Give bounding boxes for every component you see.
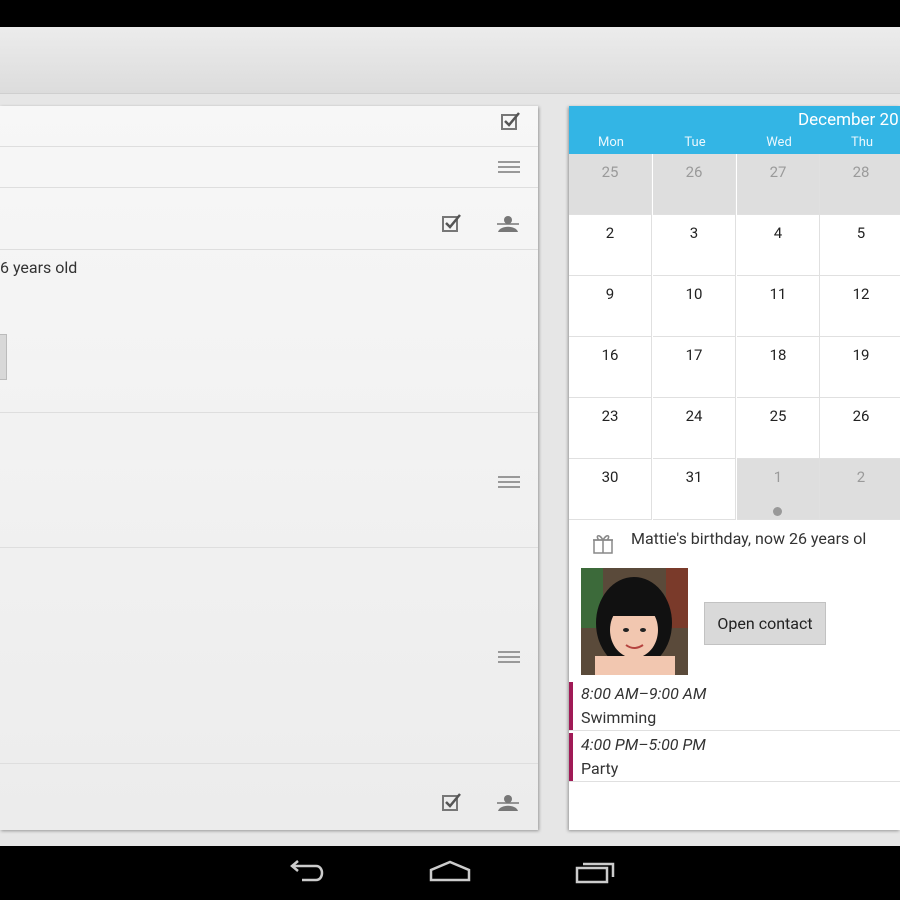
event-color-bar xyxy=(569,682,573,730)
calendar-day[interactable]: 9 xyxy=(569,276,652,337)
day-number: 24 xyxy=(685,407,703,425)
back-icon xyxy=(290,860,324,882)
birthday-text: Mattie's birthday, now 26 years ol xyxy=(631,529,867,548)
checkbox-edit-icon[interactable] xyxy=(499,110,523,134)
day-number: 26 xyxy=(685,163,703,181)
event-time: 8:00 AM–9:00 AM xyxy=(581,684,707,703)
calendar-day[interactable]: 25 xyxy=(569,154,652,215)
event-item[interactable]: 8:00 AM–9:00 AM Swimming xyxy=(569,682,900,731)
birthday-row[interactable]: Mattie's birthday, now 26 years ol xyxy=(569,520,900,566)
day-number: 3 xyxy=(689,224,699,242)
calendar-day[interactable]: 10 xyxy=(653,276,736,337)
day-number: 27 xyxy=(769,163,787,181)
checkbox-edit-icon[interactable] xyxy=(440,791,464,815)
action-bar xyxy=(0,27,900,94)
calendar-day[interactable]: 11 xyxy=(737,276,820,337)
drag-handle-icon[interactable] xyxy=(497,645,521,669)
left-row-2[interactable] xyxy=(0,147,538,188)
weekday-label: Mon xyxy=(598,135,624,150)
calendar-day[interactable]: 24 xyxy=(653,398,736,459)
calendar-day[interactable]: 2 xyxy=(820,459,900,520)
left-row-3[interactable] xyxy=(0,188,538,250)
open-contact-button[interactable]: Open contact xyxy=(704,602,826,645)
calendar-day[interactable]: 18 xyxy=(737,337,820,398)
calendar-day[interactable]: 28 xyxy=(820,154,900,215)
day-number: 12 xyxy=(852,285,870,303)
contacts-icon[interactable] xyxy=(496,791,520,815)
calendar-header: December 20 Mon Tue Wed Thu xyxy=(569,106,900,154)
event-title: Swimming xyxy=(581,708,657,727)
day-number: 9 xyxy=(605,285,615,303)
home-button[interactable] xyxy=(428,858,472,886)
checkbox-edit-icon[interactable] xyxy=(440,212,464,236)
contact-photo[interactable] xyxy=(581,568,688,675)
calendar-panel: December 20 Mon Tue Wed Thu 25 26 27 28 2 3 4 5… xyxy=(569,106,900,830)
day-number: 30 xyxy=(601,468,619,486)
calendar-day[interactable]: 4 xyxy=(737,215,820,276)
day-number: 23 xyxy=(601,407,619,425)
left-row-7[interactable] xyxy=(0,764,538,830)
event-color-bar xyxy=(569,733,573,781)
event-title: Party xyxy=(581,759,619,778)
calendar-day[interactable]: 2 xyxy=(569,215,652,276)
event-item[interactable]: 4:00 PM–5:00 PM Party xyxy=(569,733,900,782)
weekday-label: Thu xyxy=(850,135,874,150)
contacts-icon[interactable] xyxy=(496,212,520,236)
left-row-4[interactable] xyxy=(0,249,538,413)
day-number: 17 xyxy=(685,346,703,364)
calendar-day[interactable]: 3 xyxy=(653,215,736,276)
calendar-day[interactable]: 27 xyxy=(737,154,820,215)
status-bar xyxy=(0,0,900,27)
weekday-label: Wed xyxy=(766,135,792,150)
day-number: 1 xyxy=(773,468,783,486)
weekday-label: Tue xyxy=(684,135,706,150)
day-number: 25 xyxy=(769,407,787,425)
calendar-day[interactable]: 30 xyxy=(569,459,652,520)
calendar-day[interactable]: 5 xyxy=(820,215,900,276)
calendar-day[interactable]: 16 xyxy=(569,337,652,398)
navigation-bar xyxy=(0,846,900,900)
gift-icon xyxy=(591,531,615,555)
month-title[interactable]: December 20 xyxy=(798,110,899,130)
day-number: 4 xyxy=(773,224,783,242)
calendar-day[interactable]: 25 xyxy=(737,398,820,459)
calendar-day[interactable]: 31 xyxy=(653,459,736,520)
home-icon xyxy=(429,860,471,882)
day-number: 28 xyxy=(852,163,870,181)
calendar-day[interactable]: 12 xyxy=(820,276,900,337)
calendar-day[interactable]: 23 xyxy=(569,398,652,459)
recent-apps-icon xyxy=(575,862,615,884)
back-button[interactable] xyxy=(284,858,328,886)
left-row-1[interactable] xyxy=(0,106,538,147)
calendar-day[interactable]: 19 xyxy=(820,337,900,398)
recent-apps-button[interactable] xyxy=(574,858,618,886)
calendar-day[interactable]: 17 xyxy=(653,337,736,398)
calendar-day[interactable]: 26 xyxy=(653,154,736,215)
left-panel: 6 years old xyxy=(0,106,538,830)
calendar-day[interactable]: 1 xyxy=(737,459,820,520)
day-number: 5 xyxy=(856,224,866,242)
day-number: 18 xyxy=(769,346,787,364)
day-number: 2 xyxy=(605,224,615,242)
drag-handle-icon[interactable] xyxy=(497,155,521,179)
day-number: 25 xyxy=(601,163,619,181)
day-number: 11 xyxy=(769,285,787,303)
day-number: 10 xyxy=(685,285,703,303)
event-time: 4:00 PM–5:00 PM xyxy=(581,735,706,754)
event-dot xyxy=(773,507,782,516)
left-row-5[interactable] xyxy=(0,413,538,548)
calendar-day[interactable]: 26 xyxy=(820,398,900,459)
day-number: 31 xyxy=(685,468,703,486)
day-number: 2 xyxy=(856,468,866,486)
day-number: 19 xyxy=(852,346,870,364)
left-row-6[interactable] xyxy=(0,548,538,764)
day-number: 26 xyxy=(852,407,870,425)
day-number: 16 xyxy=(601,346,619,364)
drag-handle-icon[interactable] xyxy=(497,470,521,494)
